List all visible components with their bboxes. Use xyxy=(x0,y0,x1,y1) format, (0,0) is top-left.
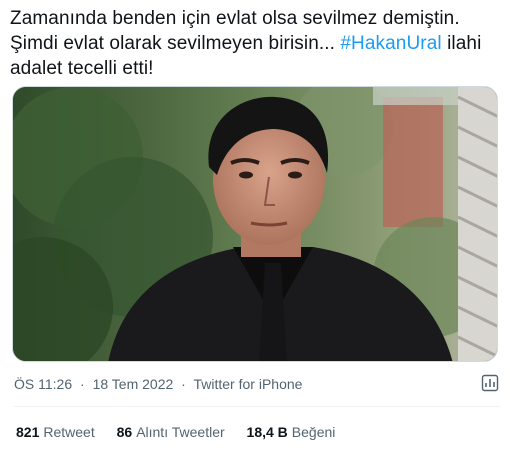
quote-count: 86 xyxy=(116,424,133,440)
retweet-stat[interactable]: 821 Retweet xyxy=(16,424,95,440)
like-label: Beğeni xyxy=(291,424,336,440)
tweet-text-line-2-start: Şimdi evlat olarak sevilmeyen birisin... xyxy=(10,33,341,54)
like-count: 18,4 B xyxy=(246,424,288,440)
tweet-text: Zamanında benden için evlat olsa sevilme… xyxy=(10,6,500,81)
tweet-text-line-2-tail: ilahi xyxy=(441,33,482,54)
like-stat[interactable]: 18,4 B Beğeni xyxy=(247,424,336,440)
tweet-stats: 821 Retweet 86 Alıntı Tweetler 18,4 B Beğen… xyxy=(16,424,353,440)
tweet-text-line-3: adalet tecelli etti! xyxy=(10,58,154,79)
retweet-label: Retweet xyxy=(43,424,95,440)
tweet-meta: ÖS 11:26 · 18 Tem 2022 · Twitter for iPh… xyxy=(14,376,302,392)
divider xyxy=(14,406,500,407)
hashtag-link[interactable]: #HakanUral xyxy=(340,33,441,54)
analytics-icon[interactable] xyxy=(481,374,499,392)
photo-illustration xyxy=(13,87,497,361)
retweet-count: 821 xyxy=(16,424,40,440)
separator-dot: · xyxy=(181,376,186,392)
quote-label: Alıntı Tweetler xyxy=(136,424,225,440)
tweet-date[interactable]: 18 Tem 2022 xyxy=(93,376,174,392)
tweet-text-line-2: Şimdi evlat olarak sevilmeyen birisin...… xyxy=(10,31,500,56)
tweet-photo[interactable] xyxy=(12,86,498,362)
tweet-source[interactable]: Twitter for iPhone xyxy=(193,376,302,392)
tweet-time[interactable]: ÖS 11:26 xyxy=(14,376,72,392)
quote-stat[interactable]: 86 Alıntı Tweetler xyxy=(117,424,225,440)
tweet-text-line-1: Zamanında benden için evlat olsa sevilme… xyxy=(10,8,460,29)
separator-dot: · xyxy=(80,376,85,392)
